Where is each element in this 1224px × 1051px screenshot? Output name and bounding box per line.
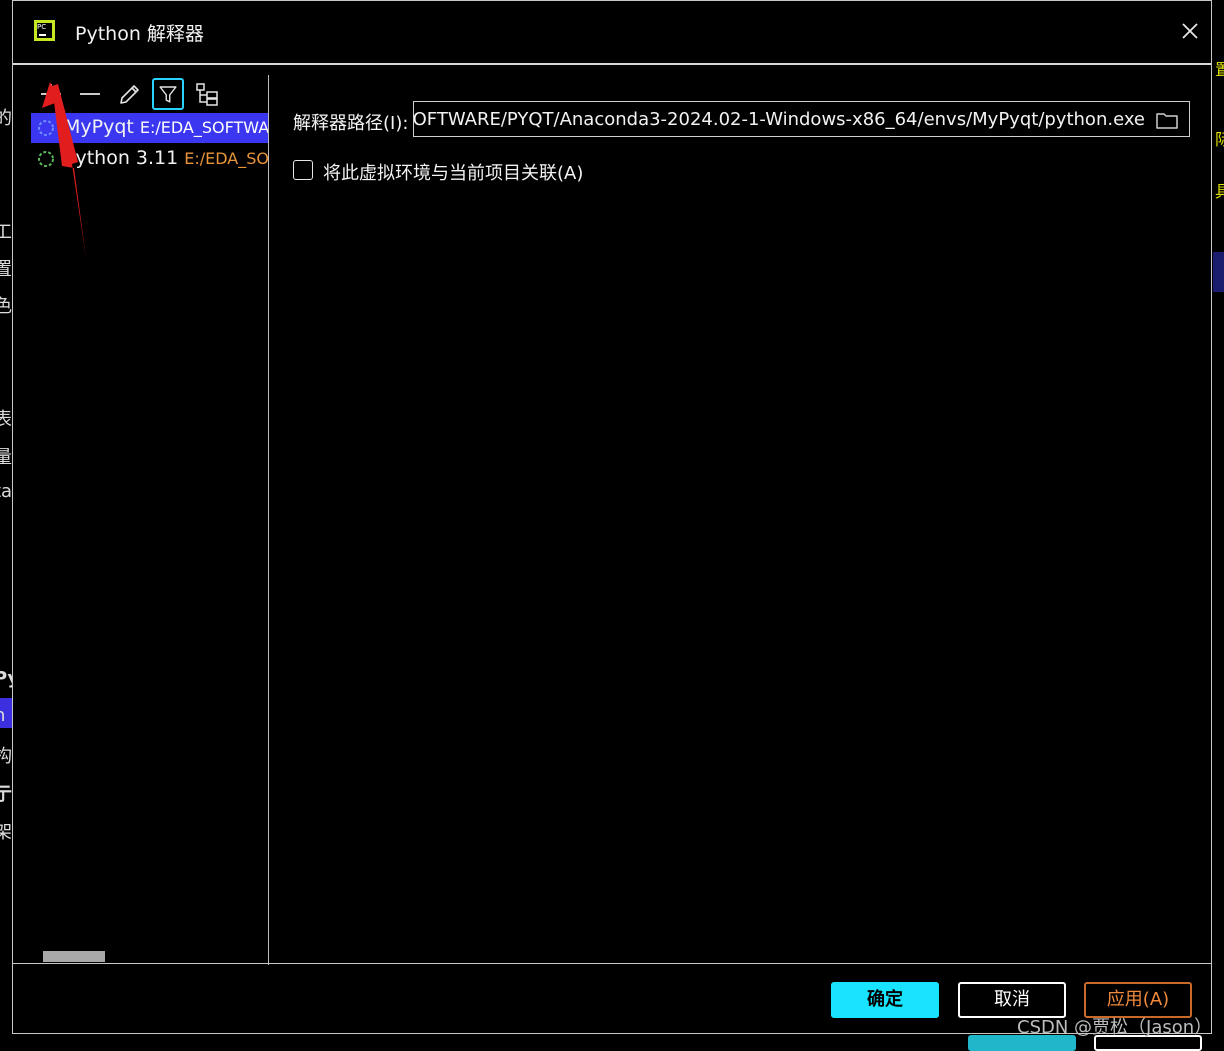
bg-text: Py xyxy=(0,668,12,689)
title-bar: PC Python 解释器 xyxy=(13,1,1211,65)
interpreter-path-label: 解释器路径(I): xyxy=(293,113,409,134)
footer-divider xyxy=(13,963,1211,964)
bg-text: 量 xyxy=(0,447,12,468)
bg-text: 亍 xyxy=(0,784,12,805)
bg-text: ta xyxy=(0,481,12,502)
interpreter-name: Python 3.11 xyxy=(64,147,179,169)
bg-text: 工 xyxy=(0,222,12,243)
bg-text: 架 xyxy=(0,822,12,843)
bg-text: 的 xyxy=(0,108,12,129)
bg-text: 置 xyxy=(1215,60,1224,79)
ok-button[interactable]: 确定 xyxy=(831,982,939,1018)
bg-text: n xyxy=(0,705,5,726)
interpreter-name: MyPyqt xyxy=(64,116,134,138)
pycharm-app-icon: PC xyxy=(34,20,55,41)
associate-project-label: 将此虚拟环境与当前项目关联(A) xyxy=(323,163,584,184)
python-interpreters-dialog: PC Python 解释器 MyPyqt E:/EDA_SOFTWAR Pyth… xyxy=(12,0,1212,1034)
bg-panel xyxy=(1213,252,1224,292)
tree-icon[interactable] xyxy=(191,78,223,110)
associate-project-checkbox[interactable] xyxy=(293,160,313,180)
bg-text: 色 xyxy=(0,296,12,317)
interpreter-item-python311[interactable]: Python 3.11 E:/EDA_SOFT xyxy=(31,144,268,174)
interpreter-path: E:/EDA_SOFT xyxy=(184,149,268,168)
pencil-icon[interactable] xyxy=(113,78,145,110)
interpreter-path-field[interactable]: OFTWARE/PYQT/Anaconda3-2024.02-1-Windows… xyxy=(413,101,1190,137)
background-window-right: 置 际 具 xyxy=(1213,0,1224,1045)
bg-text: 际 xyxy=(1215,130,1224,149)
bg-text: 置 xyxy=(0,259,12,280)
bg-text: 具 xyxy=(1215,182,1224,201)
filter-icon[interactable] xyxy=(152,78,184,110)
close-icon[interactable] xyxy=(1178,19,1202,43)
bg-text: 构 xyxy=(0,746,12,767)
plus-icon[interactable] xyxy=(35,78,67,110)
dialog-title: Python 解释器 xyxy=(75,23,204,45)
bg-text: 表 xyxy=(0,409,12,430)
background-window-left: 的 工 置 色 表 量 ta Py n 构 亍 架 xyxy=(0,0,12,1045)
interpreter-path: E:/EDA_SOFTWAR xyxy=(139,118,268,137)
folder-icon[interactable] xyxy=(1155,110,1179,130)
venv-loading-icon xyxy=(38,151,54,167)
interpreter-path-value: OFTWARE/PYQT/Anaconda3-2024.02-1-Windows… xyxy=(413,109,1145,130)
minus-icon[interactable] xyxy=(74,78,106,110)
venv-loading-icon xyxy=(38,120,54,136)
interpreter-list-pane: MyPyqt E:/EDA_SOFTWAR Python 3.11 E:/EDA_S… xyxy=(13,75,269,965)
interpreter-item-mypyqt[interactable]: MyPyqt E:/EDA_SOFTWAR xyxy=(31,113,268,143)
csdn-watermark: CSDN @贾松（Jason） xyxy=(1017,1017,1213,1038)
horizontal-scrollbar-thumb[interactable] xyxy=(43,951,105,962)
